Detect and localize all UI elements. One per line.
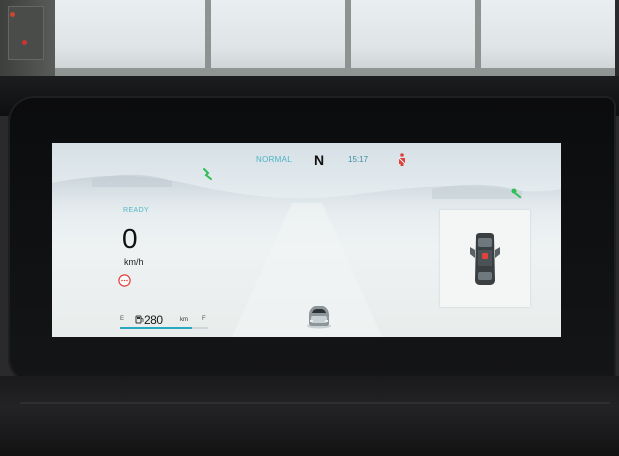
background-window xyxy=(55,0,615,78)
vehicle-status-icon xyxy=(470,233,500,285)
dashboard-bottom xyxy=(0,376,619,456)
warning-circle-icon xyxy=(118,274,131,287)
speed-unit: km/h xyxy=(124,257,144,267)
ego-vehicle-icon xyxy=(307,306,331,329)
instrument-cluster-display: NORMAL N 15:17 READY 0 km/h E 280 km F xyxy=(52,143,561,337)
ready-indicator: READY xyxy=(123,207,150,214)
panel-led xyxy=(22,40,27,45)
background-wall xyxy=(0,0,58,80)
speedometer-value: 0 xyxy=(122,223,138,254)
vehicle-status-panel xyxy=(440,210,530,307)
seatbelt-warning-icon xyxy=(398,153,406,166)
left-indicator-icon xyxy=(203,168,212,180)
range-value: 280 xyxy=(144,313,163,327)
range-full-marker: F xyxy=(202,316,206,322)
drive-mode-label: NORMAL xyxy=(256,155,293,164)
panel-led xyxy=(10,12,15,17)
clock: 15:17 xyxy=(348,155,369,164)
gear-indicator: N xyxy=(314,152,325,168)
range-unit: km xyxy=(180,317,188,323)
right-indicator-icon xyxy=(511,188,521,198)
fuel-pump-icon xyxy=(135,315,144,324)
range-gauge: E 280 km F xyxy=(120,313,208,331)
range-bar-fill xyxy=(120,327,193,329)
status-bar: NORMAL N 15:17 xyxy=(52,152,561,168)
range-empty-marker: E xyxy=(120,316,125,322)
